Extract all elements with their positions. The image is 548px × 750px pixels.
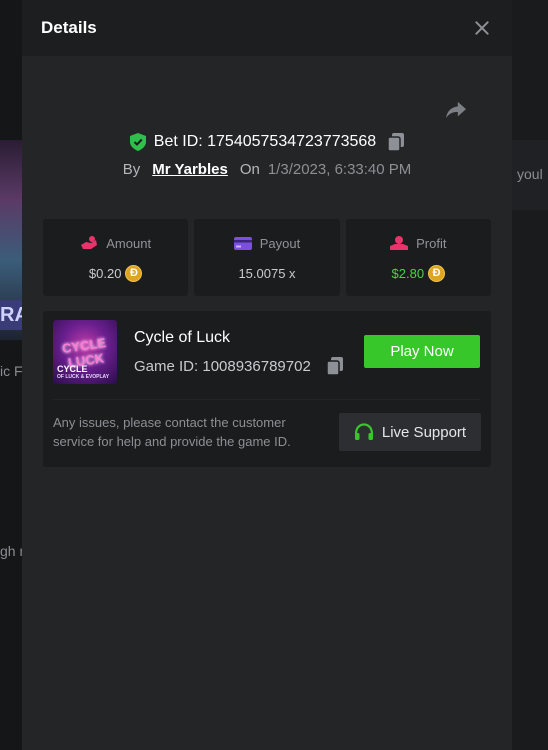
game-id-row: Game ID: 1008936789702 <box>134 357 343 375</box>
share-icon[interactable] <box>445 100 467 120</box>
background-text: gh r <box>0 543 22 559</box>
amount-hand-icon <box>81 236 98 249</box>
profit-hand-icon <box>390 236 409 250</box>
on-label: On <box>239 161 260 178</box>
stat-amount: Amount $0.20 Đ <box>43 219 189 296</box>
background-text: ic F <box>0 363 22 379</box>
stat-payout: Payout 15.0075 x <box>194 219 340 296</box>
game-card: CYCLE LUCK CYCLE OF LUCK & EVOPLAY Cycle… <box>43 311 491 467</box>
stat-label: Payout <box>259 235 301 251</box>
stat-label: Amount <box>106 235 152 251</box>
thumb-sub: CYCLE <box>57 364 88 374</box>
close-icon[interactable] <box>472 18 492 38</box>
game-name: Cycle of Luck <box>134 329 231 346</box>
bet-id-row: Bet ID: 1754057534723773568 <box>22 133 512 151</box>
card-icon <box>233 236 252 250</box>
user-link[interactable]: Mr Yarbles <box>152 161 228 178</box>
background-right-panel: youl <box>512 0 548 750</box>
copy-icon[interactable] <box>388 133 405 151</box>
background-text: youl <box>517 166 543 182</box>
coin-icon: Đ <box>428 264 446 282</box>
stat-label: Profit <box>416 235 447 251</box>
divider <box>53 399 481 400</box>
live-support-button[interactable]: Live Support <box>339 413 481 451</box>
live-support-label: Live Support <box>381 423 467 441</box>
bet-meta-row: By Mr Yarbles On 1/3/2023, 6:33:40 PM <box>22 161 512 178</box>
game-thumbnail[interactable]: CYCLE LUCK CYCLE OF LUCK & EVOPLAY <box>53 320 117 384</box>
bet-details-modal: Details Bet ID: 1754057534723773568 By M… <box>22 0 512 750</box>
stat-value: 15.0075 x <box>238 265 296 281</box>
bet-date: 1/3/2023, 6:33:40 PM <box>267 161 412 178</box>
stat-value: $2.80 <box>391 265 425 281</box>
modal-header: Details <box>22 0 512 56</box>
copy-icon[interactable] <box>326 357 343 375</box>
background-game-art: RAI <box>0 140 22 340</box>
bet-stats: Amount $0.20 Đ Payout 15.0075 x Profit $… <box>43 219 491 296</box>
by-label: By <box>122 161 141 178</box>
coin-icon: Đ <box>125 264 143 282</box>
headset-icon <box>354 423 373 440</box>
thumb-caption: OF LUCK & EVOPLAY <box>57 374 110 380</box>
verified-shield-icon <box>129 133 146 151</box>
stat-value: $0.20 <box>88 265 122 281</box>
modal-title: Details <box>41 18 97 37</box>
bet-id: Bet ID: 1754057534723773568 <box>153 133 377 150</box>
play-now-button[interactable]: Play Now <box>364 335 480 368</box>
background-art-label: RAI <box>0 300 22 330</box>
stat-profit: Profit $2.80 Đ <box>345 219 491 296</box>
support-text: Any issues, please contact the customer … <box>53 415 291 449</box>
game-id: Game ID: 1008936789702 <box>134 357 311 375</box>
